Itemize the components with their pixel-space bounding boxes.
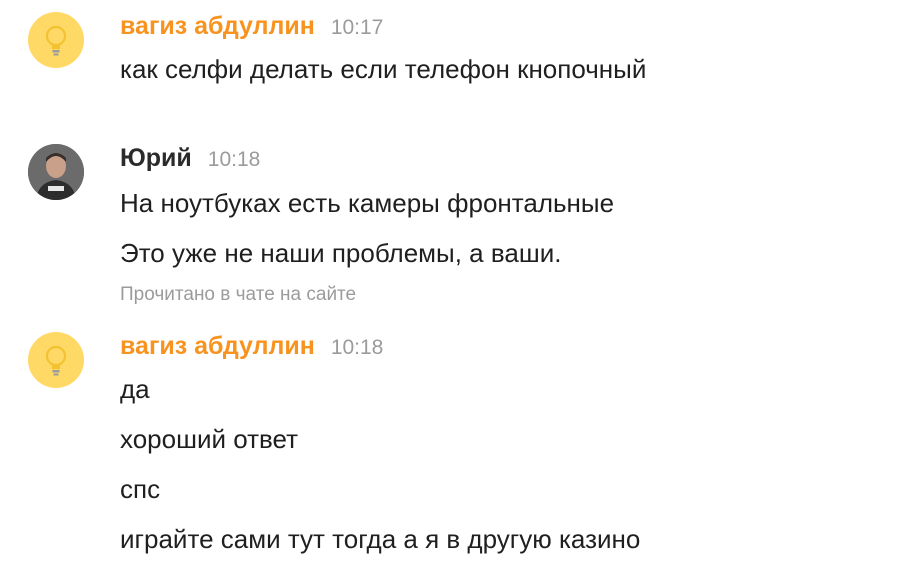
author-name[interactable]: вагиз абдуллин [120,12,315,41]
message-time: 10:18 [330,336,384,359]
message-text: Это уже не наши проблемы, а ваши. [120,238,562,268]
lightbulb-icon [45,345,67,376]
message-text: На ноутбуках есть камеры фронтальные [120,188,615,218]
author-name[interactable]: Юрий [120,144,192,173]
avatar[interactable] [28,12,84,68]
message-header: Юрий 10:18 [120,144,260,174]
message-header: вагиз абдуллин 10:17 [120,12,383,42]
author-name[interactable]: вагиз абдуллин [120,332,315,361]
message-time: 10:18 [207,148,261,171]
message-time: 10:17 [330,16,384,39]
avatar[interactable] [28,332,84,388]
lightbulb-icon [45,25,67,56]
message-text: спс [120,474,161,504]
avatar[interactable] [28,144,84,200]
message-text: хороший ответ [120,424,299,454]
user-photo-icon [28,144,84,200]
message-header: вагиз абдуллин 10:18 [120,332,383,362]
message-text: да [120,374,150,404]
message-group: вагиз абдуллин 10:17 как селфи делать ес… [0,12,898,84]
message-text: играйте сами тут тогда а я в другую кази… [120,524,641,554]
message-group: Юрий 10:18 На ноутбуках есть камеры фрон… [0,144,898,314]
message-text: как селфи делать если телефон кнопочный [120,54,647,84]
message-group: вагиз абдуллин 10:18 да хороший ответ сп… [0,332,898,562]
read-status: Прочитано в чате на сайте [120,284,357,305]
